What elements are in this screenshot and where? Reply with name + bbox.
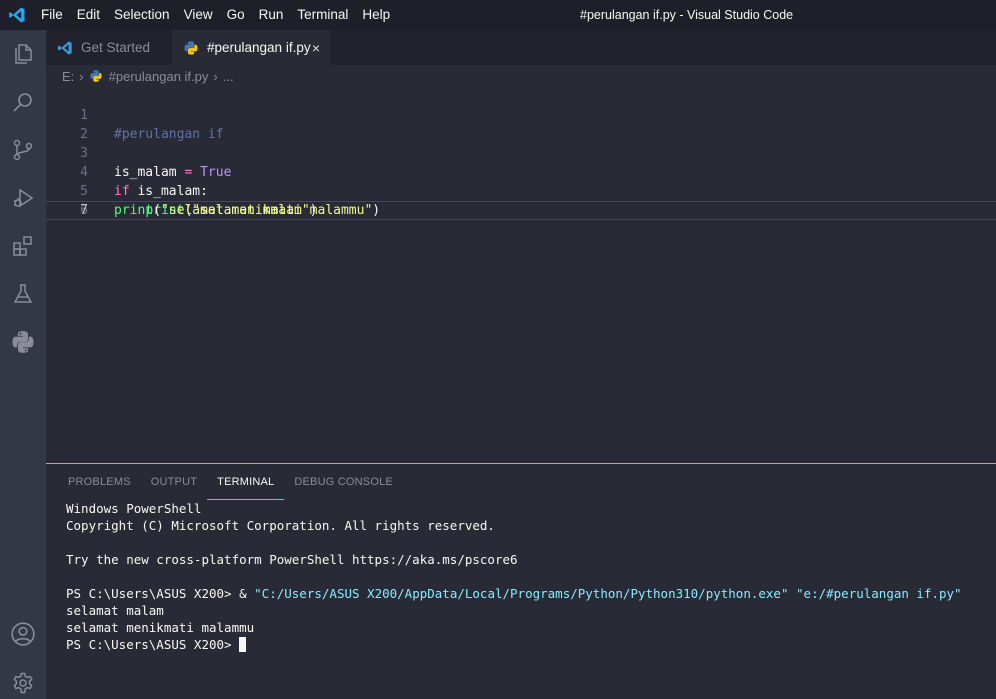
- menu-edit[interactable]: Edit: [70, 0, 107, 30]
- tab-label: #perulangan if.py: [207, 40, 311, 55]
- breadcrumb-more[interactable]: ...: [223, 69, 234, 84]
- files-icon[interactable]: [0, 31, 46, 77]
- menu-run[interactable]: Run: [252, 0, 291, 30]
- search-icon[interactable]: [0, 79, 46, 125]
- bottom-panel: PROBLEMS OUTPUT TERMINAL DEBUG CONSOLE W…: [46, 463, 996, 699]
- terminal-exe-path: "C:/Users/ASUS X200/AppData/Local/Progra…: [254, 586, 789, 601]
- menu-help[interactable]: Help: [355, 0, 397, 30]
- terminal-output[interactable]: Windows PowerShell Copyright (C) Microso…: [66, 500, 986, 653]
- terminal-prompt: PS C:\Users\ASUS X200>: [66, 637, 240, 652]
- tab-get-started[interactable]: Get Started: [46, 30, 172, 65]
- code-line: 1 #perulangan if: [46, 87, 996, 142]
- python-icon[interactable]: [0, 319, 46, 365]
- terminal-amp: &: [239, 586, 255, 601]
- editor-tab-bar: Get Started #perulangan if.py ×: [46, 30, 996, 65]
- terminal-line: selamat menikmati malammu: [66, 620, 255, 635]
- breadcrumb: E: › #perulangan if.py › ...: [46, 65, 996, 87]
- code-line: 3 is_malam = True: [46, 125, 996, 180]
- chevron-right-icon: ›: [79, 68, 84, 84]
- terminal-cursor: [239, 637, 247, 652]
- breadcrumb-file[interactable]: #perulangan if.py: [109, 69, 209, 84]
- menu-file[interactable]: File: [34, 0, 70, 30]
- settings-gear-icon[interactable]: [0, 660, 46, 699]
- code-text: print("selamat menikmati malammu"): [114, 203, 381, 218]
- code-line: 4 if is_malam:: [46, 144, 996, 199]
- code-line: 5 print("selamat malam"): [46, 163, 996, 218]
- code-line-current: 7 print("selamat menikmati malammu"): [46, 201, 996, 220]
- run-debug-icon[interactable]: [0, 175, 46, 221]
- terminal-file-path: "e:/#perulangan if.py": [796, 586, 962, 601]
- menu-view[interactable]: View: [177, 0, 220, 30]
- code-line: 2: [46, 106, 996, 142]
- tab-output[interactable]: OUTPUT: [141, 472, 207, 500]
- tab-perulangan-if[interactable]: #perulangan if.py ×: [172, 30, 330, 65]
- menu-go[interactable]: Go: [220, 0, 252, 30]
- vscode-logo-icon: [2, 0, 32, 30]
- title-bar: File Edit Selection View Go Run Terminal…: [0, 0, 996, 30]
- terminal-command-line: PS C:\Users\ASUS X200> & "C:/Users/ASUS …: [66, 585, 986, 602]
- tab-problems[interactable]: PROBLEMS: [58, 472, 141, 500]
- menu-bar: File Edit Selection View Go Run Terminal…: [34, 0, 397, 30]
- close-icon[interactable]: ×: [312, 40, 320, 56]
- activity-bar: [0, 30, 46, 699]
- tab-label: Get Started: [81, 40, 151, 55]
- code-line: 6: [46, 182, 996, 218]
- python-file-icon: [182, 39, 200, 57]
- terminal-line: selamat malam: [66, 603, 164, 618]
- panel-tabs: PROBLEMS OUTPUT TERMINAL DEBUG CONSOLE: [58, 472, 403, 500]
- testing-icon[interactable]: [0, 271, 46, 317]
- menu-terminal[interactable]: Terminal: [290, 0, 355, 30]
- extensions-icon[interactable]: [0, 223, 46, 269]
- terminal-line: Copyright (C) Microsoft Corporation. All…: [66, 518, 495, 533]
- source-control-icon[interactable]: [0, 127, 46, 173]
- terminal-line: Windows PowerShell: [66, 501, 202, 516]
- python-file-icon: [89, 68, 105, 84]
- breadcrumb-drive[interactable]: E:: [62, 69, 74, 84]
- chevron-right-icon: ›: [213, 68, 218, 84]
- line-number: 7: [80, 203, 88, 218]
- code-editor[interactable]: 1 #perulangan if 2 3 is_malam = True 4 i…: [46, 87, 996, 463]
- tab-debug-console[interactable]: DEBUG CONSOLE: [284, 472, 403, 500]
- tab-terminal[interactable]: TERMINAL: [207, 472, 285, 500]
- terminal-prompt-line: PS C:\Users\ASUS X200>: [66, 636, 986, 653]
- menu-selection[interactable]: Selection: [107, 0, 177, 30]
- terminal-line: Try the new cross-platform PowerShell ht…: [66, 552, 518, 567]
- terminal-prompt: PS C:\Users\ASUS X200>: [66, 586, 240, 601]
- accounts-icon[interactable]: [0, 611, 46, 657]
- vscode-icon: [56, 39, 74, 57]
